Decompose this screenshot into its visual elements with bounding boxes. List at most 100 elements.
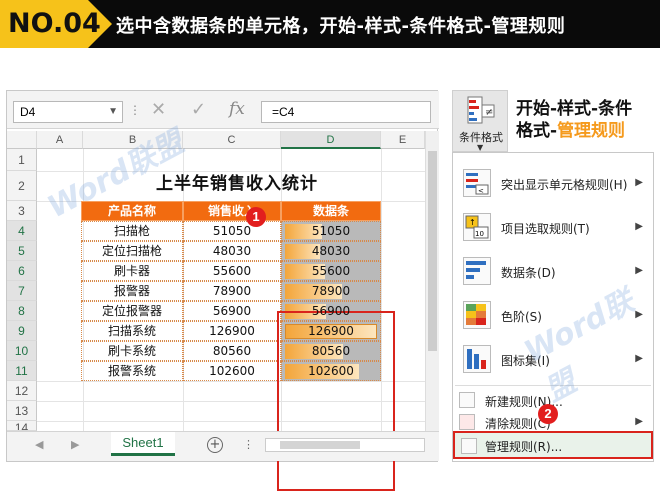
menu-label: 突出显示单元格规则(H) — [501, 178, 628, 192]
chevron-down-icon: ▼ — [477, 143, 484, 152]
menu-item-highlight-cells[interactable]: < 突出显示单元格规则(H) ▶ — [453, 167, 653, 201]
row-header[interactable]: 13 — [7, 401, 37, 421]
row-header-selected[interactable]: 5 — [7, 241, 37, 261]
chevron-right-icon: ▶ — [635, 221, 643, 232]
column-header[interactable]: C — [183, 131, 281, 149]
menu-label: 项目选取规则(T) — [501, 222, 590, 236]
row-header-selected[interactable]: 11 — [7, 361, 37, 381]
color-scales-icon — [463, 301, 491, 329]
row-header[interactable]: 3 — [7, 201, 37, 221]
row-header[interactable]: 14 — [7, 421, 37, 431]
formula-bar: D4 ▼ ⋮ ✕ ✓ fx =C4 — [7, 91, 439, 129]
formula-input[interactable]: =C4 — [261, 101, 431, 123]
step-1-marker: 1 — [246, 207, 266, 227]
manage-rules-icon — [461, 438, 477, 454]
data-bar-value: 78900 — [311, 284, 351, 298]
highlight-cells-icon: < — [463, 169, 491, 197]
icon-sets-icon — [463, 345, 491, 373]
scroll-thumb[interactable] — [280, 441, 360, 449]
row-header-selected[interactable]: 10 — [7, 341, 37, 361]
data-bars-icon — [463, 257, 491, 285]
row-header-selected[interactable]: 9 — [7, 321, 37, 341]
hint-line-2a: 格式- — [516, 121, 558, 141]
svg-text:<: < — [478, 187, 484, 195]
menu-item-top-bottom-rules[interactable]: ↑ 10 项目选取规则(T) ▶ — [453, 211, 653, 245]
data-bar-value: 56900 — [311, 304, 351, 318]
vertical-scrollbar[interactable] — [425, 131, 439, 431]
row-header-selected[interactable]: 4 — [7, 221, 37, 241]
eraser-icon — [459, 414, 475, 430]
product-name-cell[interactable]: 定位报警器 — [81, 301, 183, 321]
confirm-icon[interactable]: ✓ — [191, 99, 206, 120]
data-bar-cell[interactable]: 78900 — [281, 281, 381, 301]
data-bar-cell[interactable]: 51050 — [281, 221, 381, 241]
svg-text:10: 10 — [475, 230, 484, 238]
product-name-cell[interactable]: 报警系统 — [81, 361, 183, 381]
excel-window: D4 ▼ ⋮ ✕ ✓ fx =C4 A B C D E 1 2 3 4 5 6 7… — [6, 90, 439, 491]
row-header[interactable]: 12 — [7, 381, 37, 401]
row-header-selected[interactable]: 6 — [7, 261, 37, 281]
next-sheet-icon[interactable]: ▶ — [71, 438, 79, 451]
menu-label: 管理规则(R)... — [485, 440, 563, 454]
row-header[interactable]: 1 — [7, 149, 37, 171]
sheet-tab[interactable]: Sheet1 — [111, 432, 175, 456]
column-header[interactable]: E — [381, 131, 425, 149]
data-bar-value: 48030 — [311, 244, 351, 258]
sales-cell[interactable]: 126900 — [183, 321, 281, 341]
menu-item-manage-rules[interactable]: 管理规则(R)... — [453, 431, 653, 459]
step-title: 选中含数据条的单元格，开始-样式-条件格式-管理规则 — [116, 16, 566, 37]
data-bar-value: 126900 — [308, 324, 354, 338]
more-icon: ⋮ — [129, 103, 141, 117]
scroll-thumb[interactable] — [428, 151, 437, 351]
instruction-hint: 开始-样式-条件 格式-管理规则 — [516, 98, 632, 142]
cancel-icon[interactable]: ✕ — [151, 99, 166, 120]
row-header-selected[interactable]: 8 — [7, 301, 37, 321]
product-name-cell[interactable]: 报警器 — [81, 281, 183, 301]
conditional-formatting-icon: ≠ — [467, 96, 495, 124]
row-header[interactable]: 2 — [7, 171, 37, 201]
data-bar-value: 80560 — [311, 344, 351, 358]
chevron-down-icon[interactable]: ▼ — [108, 106, 118, 117]
new-rule-icon — [459, 392, 475, 408]
function-icon[interactable]: fx — [229, 99, 245, 119]
column-header-selected[interactable]: D — [281, 131, 381, 149]
hint-line-2b: 管理规则 — [557, 121, 626, 141]
tutorial-header: NO.04 选中含数据条的单元格，开始-样式-条件格式-管理规则 — [0, 0, 660, 48]
more-icon[interactable]: ⋮ — [243, 438, 254, 451]
sales-cell[interactable]: 56900 — [183, 301, 281, 321]
horizontal-scrollbar[interactable] — [265, 438, 425, 452]
product-name-cell[interactable]: 定位扫描枪 — [81, 241, 183, 261]
data-bar-value: 102600 — [308, 364, 354, 378]
data-bar-cell[interactable]: 48030 — [281, 241, 381, 261]
data-bar-value: 55600 — [311, 264, 351, 278]
sheet-tab-bar: ◀ ▶ Sheet1 + ⋮ — [7, 431, 439, 461]
row-header-selected[interactable]: 7 — [7, 281, 37, 301]
menu-label: 数据条(D) — [501, 266, 556, 280]
step-badge: NO.04 — [0, 0, 112, 48]
table-header-cell[interactable]: 销售收入 — [183, 201, 281, 221]
svg-text:≠: ≠ — [485, 107, 493, 118]
name-box[interactable]: D4 ▼ — [13, 101, 123, 123]
add-sheet-icon[interactable]: + — [207, 437, 223, 453]
table-header-cell[interactable]: 数据条 — [281, 201, 381, 221]
chevron-right-icon: ▶ — [635, 416, 643, 427]
product-name-cell[interactable]: 扫描枪 — [81, 221, 183, 241]
svg-text:↑: ↑ — [469, 218, 476, 227]
product-name-cell[interactable]: 刷卡系统 — [81, 341, 183, 361]
product-name-cell[interactable]: 扫描系统 — [81, 321, 183, 341]
sales-cell[interactable]: 80560 — [183, 341, 281, 361]
chevron-right-icon: ▶ — [635, 177, 643, 188]
sales-cell[interactable]: 102600 — [183, 361, 281, 381]
prev-sheet-icon[interactable]: ◀ — [35, 438, 43, 451]
sales-cell[interactable]: 78900 — [183, 281, 281, 301]
select-all-corner[interactable] — [7, 131, 37, 149]
conditional-formatting-button[interactable]: ≠ 条件格式 ▼ — [452, 90, 508, 152]
sales-cell[interactable]: 51050 — [183, 221, 281, 241]
chevron-right-icon: ▶ — [635, 265, 643, 276]
data-bar-cell[interactable]: 55600 — [281, 261, 381, 281]
top-bottom-rules-icon: ↑ 10 — [463, 213, 491, 241]
sales-cell[interactable]: 48030 — [183, 241, 281, 261]
sales-cell[interactable]: 55600 — [183, 261, 281, 281]
product-name-cell[interactable]: 刷卡器 — [81, 261, 183, 281]
column-header[interactable]: A — [37, 131, 83, 149]
